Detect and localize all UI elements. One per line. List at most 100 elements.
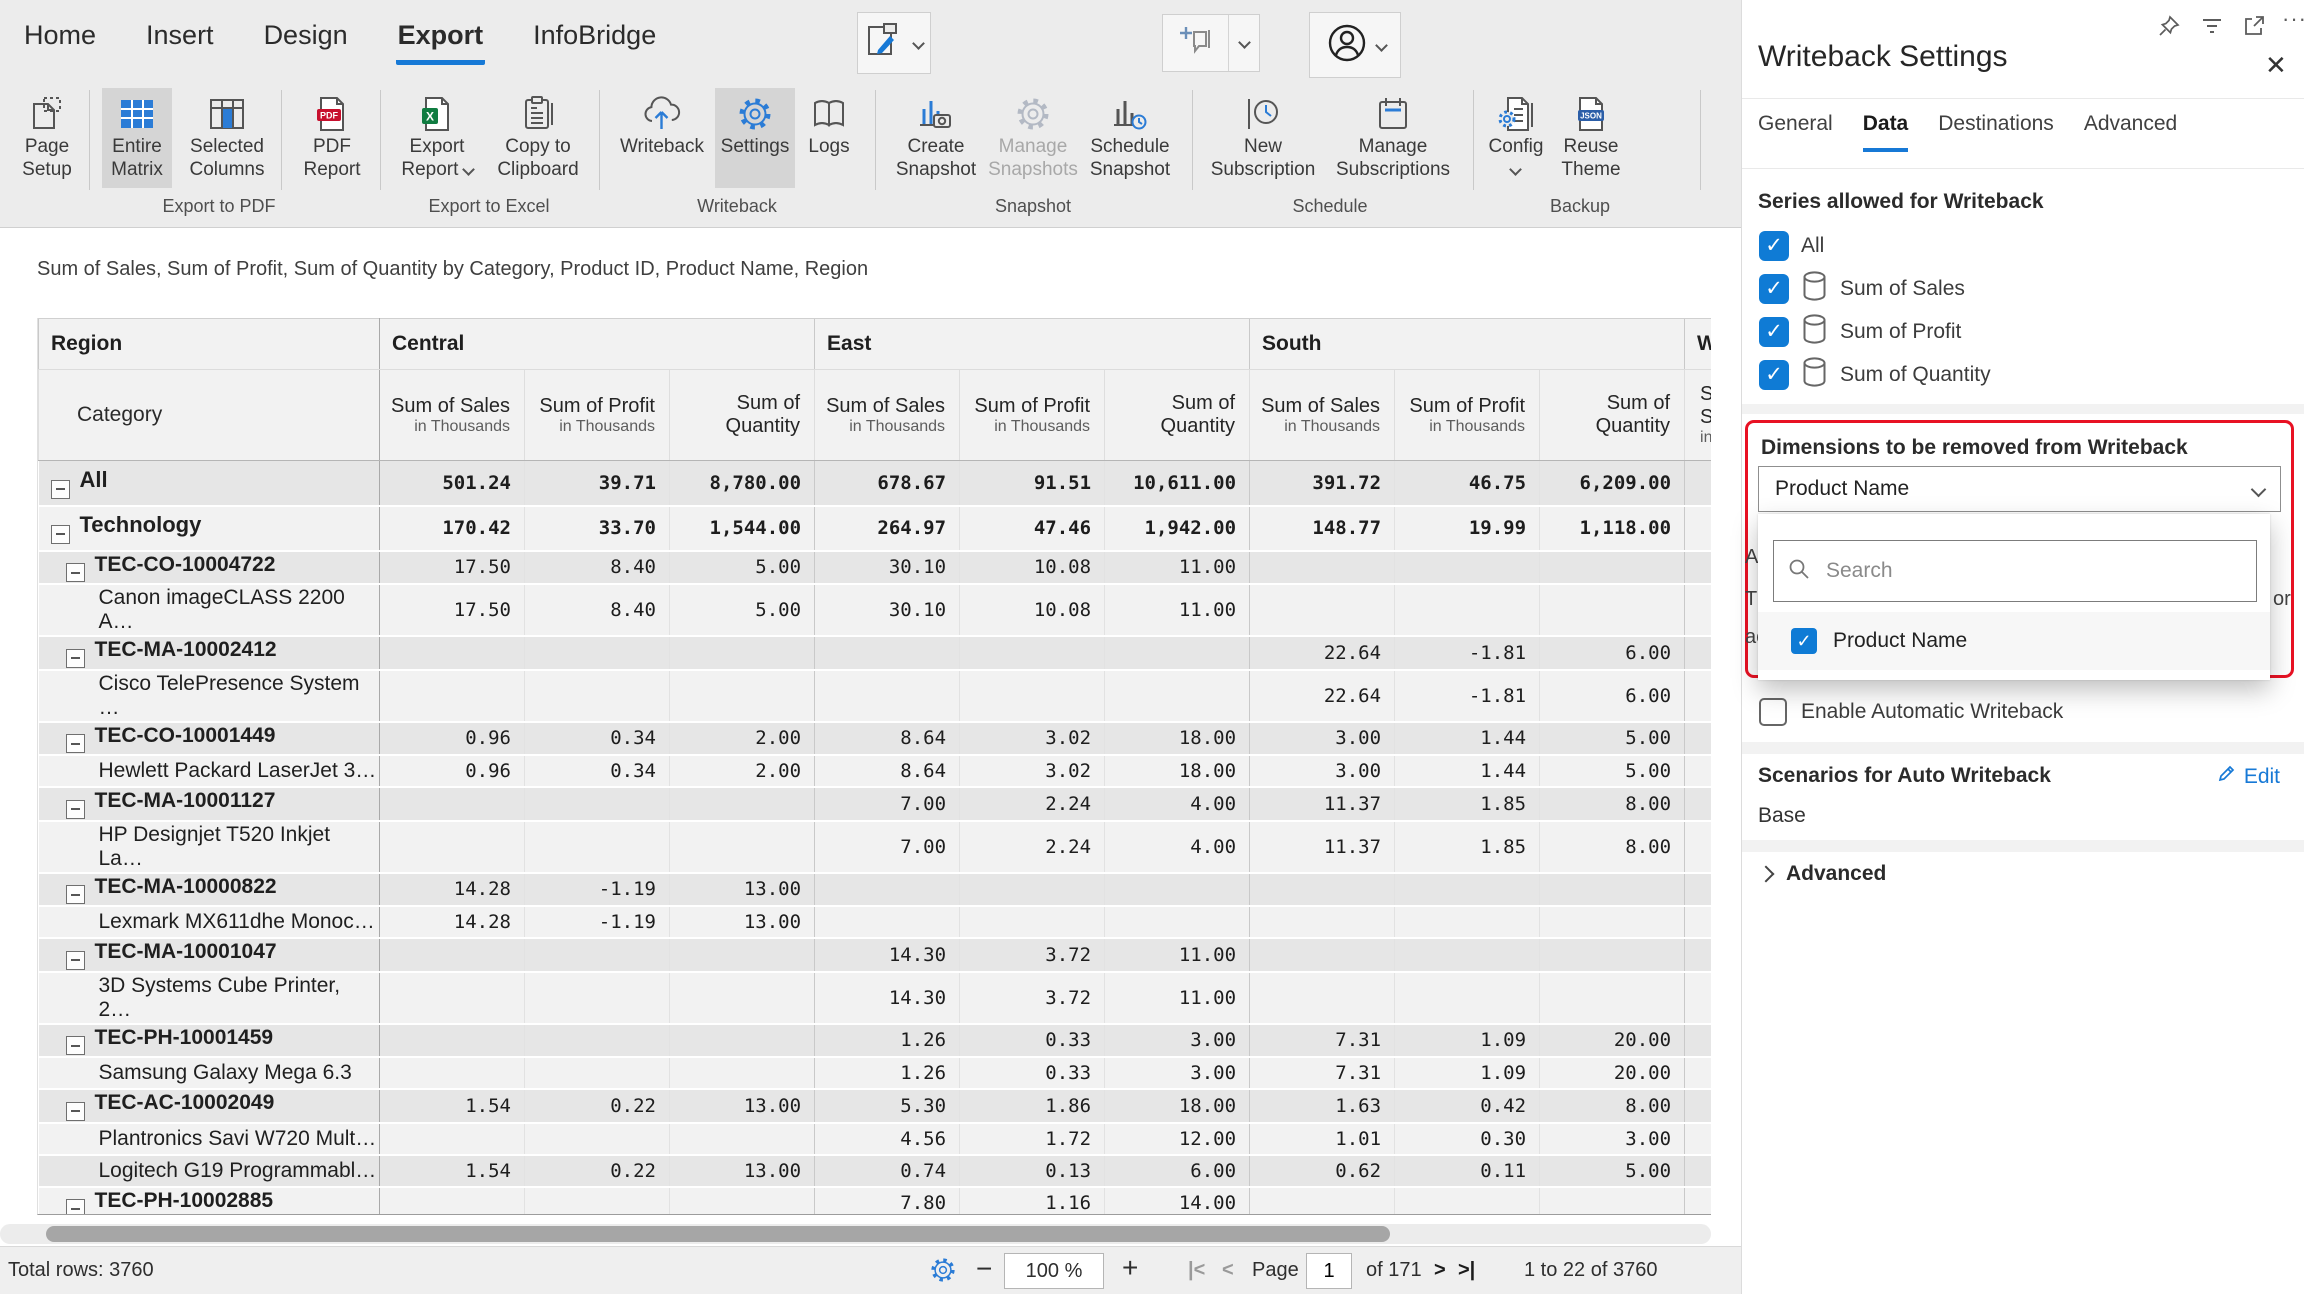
matrix-cell[interactable] — [1250, 906, 1395, 938]
matrix-column-group[interactable]: West — [1685, 319, 1711, 370]
tab-insert[interactable]: Insert — [144, 16, 216, 65]
matrix-row-header[interactable]: TEC-MA-10001127 — [39, 787, 380, 821]
export-report-button[interactable]: X ExportReport — [391, 88, 483, 188]
matrix-row-header[interactable]: TEC-CO-10001449 — [39, 722, 380, 756]
matrix-cell[interactable] — [1540, 584, 1685, 636]
matrix-cell[interactable] — [1250, 938, 1395, 972]
matrix-cell[interactable]: 8.64 — [815, 755, 960, 787]
matrix-cell[interactable]: 7.00 — [815, 821, 960, 873]
matrix-cell[interactable]: 0.33 — [960, 1057, 1105, 1089]
row-expander-icon[interactable] — [66, 1199, 85, 1215]
matrix-cell[interactable] — [525, 938, 670, 972]
new-subscription-button[interactable]: NewSubscription — [1201, 88, 1325, 188]
matrix-cell[interactable]: 1.44 — [1395, 755, 1540, 787]
matrix-measure-header[interactable]: Sum of Quantity — [670, 370, 815, 461]
matrix-cell[interactable]: 30.10 — [815, 551, 960, 585]
matrix-column-group[interactable]: South — [1250, 319, 1685, 370]
matrix-cell[interactable]: 0.62 — [1250, 1155, 1395, 1187]
matrix-cell[interactable]: 7.31 — [1250, 1057, 1395, 1089]
matrix-row-header[interactable]: HP Designjet T520 Inkjet La… — [39, 821, 380, 873]
matrix-cell[interactable]: 170.42 — [380, 506, 525, 551]
matrix-cell[interactable]: 14.28 — [380, 873, 525, 907]
matrix-cell[interactable]: 3.00 — [1540, 1123, 1685, 1155]
matrix-cell[interactable] — [1105, 906, 1250, 938]
matrix-cell[interactable] — [1250, 873, 1395, 907]
matrix-cell[interactable]: 14.30 — [815, 938, 960, 972]
matrix-cell[interactable]: 1,118.00 — [1540, 506, 1685, 551]
settings-button[interactable]: Settings — [715, 88, 795, 188]
matrix-cell[interactable] — [525, 1123, 670, 1155]
matrix-cell[interactable]: 11.00 — [1105, 938, 1250, 972]
matrix-cell[interactable]: 8.40 — [525, 584, 670, 636]
matrix-cell[interactable] — [960, 873, 1105, 907]
matrix-cell[interactable]: 5.00 — [670, 551, 815, 585]
copy-to-clipboard-button[interactable]: Copy toClipboard — [486, 88, 590, 188]
matrix-cell[interactable]: -1.19 — [525, 873, 670, 907]
checkbox-checked-icon[interactable]: ✓ — [1759, 317, 1789, 347]
matrix-cell[interactable]: 2.00 — [670, 722, 815, 756]
matrix-cell[interactable]: 1.01 — [1250, 1123, 1395, 1155]
checkbox-checked-icon[interactable]: ✓ — [1791, 628, 1817, 654]
matrix-cell[interactable] — [380, 670, 525, 722]
matrix-row-header[interactable]: Samsung Galaxy Mega 6.3 — [39, 1057, 380, 1089]
matrix-cell[interactable] — [525, 787, 670, 821]
matrix-cell[interactable]: 33.70 — [525, 506, 670, 551]
last-page-button[interactable]: >| — [1458, 1259, 1475, 1282]
matrix-cell[interactable]: 4.00 — [1105, 787, 1250, 821]
matrix-cell[interactable]: 4.00 — [1105, 821, 1250, 873]
row-expander-icon[interactable] — [51, 525, 70, 544]
matrix-cell[interactable] — [525, 1024, 670, 1058]
matrix-row-header[interactable]: TEC-MA-10001047 — [39, 938, 380, 972]
row-expander-icon[interactable] — [66, 563, 85, 582]
matrix-cell[interactable] — [1395, 1187, 1540, 1216]
config-button[interactable]: Config — [1480, 88, 1552, 188]
matrix-cell[interactable]: 14.30 — [815, 972, 960, 1024]
series-checkbox-item[interactable]: ✓All — [1759, 224, 1991, 267]
matrix-row-header[interactable]: Cisco TelePresence System … — [39, 670, 380, 722]
matrix-cell[interactable]: 3.00 — [1250, 722, 1395, 756]
row-expander-icon[interactable] — [51, 480, 70, 499]
checkbox-unchecked-icon[interactable] — [1759, 698, 1787, 726]
previous-page-button[interactable]: < — [1222, 1259, 1234, 1282]
checkbox-checked-icon[interactable]: ✓ — [1759, 274, 1789, 304]
matrix-cell[interactable]: 0.22 — [525, 1089, 670, 1123]
matrix-cell[interactable] — [670, 1057, 815, 1089]
matrix-measure-header[interactable]: Sum of Profitin Thousands — [1395, 370, 1540, 461]
create-snapshot-button[interactable]: CreateSnapshot — [888, 88, 984, 188]
matrix-cell[interactable]: 8.64 — [815, 722, 960, 756]
matrix-cell[interactable]: 1.16 — [960, 1187, 1105, 1216]
matrix-row-header[interactable]: 3D Systems Cube Printer, 2… — [39, 972, 380, 1024]
horizontal-scrollbar[interactable] — [0, 1224, 1711, 1244]
matrix-measure-header[interactable]: Sum of Salesin Thousands — [815, 370, 960, 461]
matrix-cell[interactable]: 18.00 — [1105, 722, 1250, 756]
matrix-cell[interactable] — [1540, 938, 1685, 972]
matrix-cell[interactable]: 3.72 — [960, 938, 1105, 972]
matrix-cell[interactable]: 8.00 — [1540, 787, 1685, 821]
matrix-row-header[interactable]: TEC-CO-10004722 — [39, 551, 380, 585]
matrix-cell[interactable]: 13.00 — [670, 906, 815, 938]
matrix-cell[interactable]: 1.85 — [1395, 821, 1540, 873]
matrix-cell[interactable] — [670, 938, 815, 972]
table-settings-gear-icon[interactable] — [928, 1255, 958, 1291]
matrix-cell[interactable] — [815, 636, 960, 670]
matrix-cell[interactable]: 0.11 — [1395, 1155, 1540, 1187]
matrix-cell[interactable]: 13.00 — [670, 1089, 815, 1123]
matrix-cell[interactable]: 1,544.00 — [670, 506, 815, 551]
matrix-cell[interactable] — [525, 972, 670, 1024]
matrix-cell[interactable] — [380, 938, 525, 972]
matrix-row-header[interactable]: TEC-PH-10002885 — [39, 1187, 380, 1216]
matrix-cell[interactable]: 91.51 — [960, 461, 1105, 506]
matrix-cell[interactable]: 3.00 — [1105, 1057, 1250, 1089]
matrix-cell[interactable]: 1.26 — [815, 1024, 960, 1058]
matrix-cell[interactable]: 3.02 — [960, 755, 1105, 787]
matrix-cell[interactable]: 11.00 — [1105, 584, 1250, 636]
matrix-cell[interactable]: 1.72 — [960, 1123, 1105, 1155]
zoom-out-button[interactable]: − — [976, 1253, 992, 1285]
matrix-cell[interactable] — [1540, 906, 1685, 938]
matrix-cell[interactable] — [1395, 584, 1540, 636]
matrix-cell[interactable] — [670, 636, 815, 670]
page-setup-button[interactable]: PageSetup — [8, 88, 86, 188]
matrix-column-group[interactable]: East — [815, 319, 1250, 370]
matrix-cell[interactable] — [670, 787, 815, 821]
matrix-cell[interactable]: 1,942.00 — [1105, 506, 1250, 551]
